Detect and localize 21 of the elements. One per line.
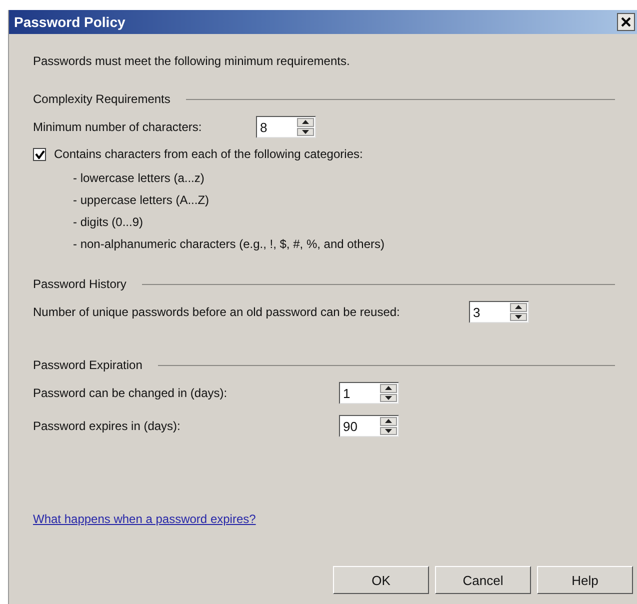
- window-title: Password Policy: [14, 14, 126, 30]
- section-heading: Password Expiration: [33, 358, 142, 372]
- field-label: Password can be changed in (days):: [33, 386, 228, 400]
- section-heading: Password History: [33, 277, 126, 291]
- category-item: - lowercase letters (a...z): [73, 171, 206, 185]
- checkbox-label: Contains characters from each of the following categories:: [54, 147, 363, 161]
- section-heading: Complexity Requirements: [33, 92, 170, 106]
- category-item: - non-alphanumeric characters (e.g., !, $, #, %, and others): [73, 237, 386, 251]
- dialog-button[interactable]: OK: [333, 566, 429, 594]
- checkbox[interactable]: [33, 148, 46, 160]
- close-button[interactable]: [617, 13, 635, 31]
- intro-text: Passwords must meet the following minimum requirements.: [33, 54, 351, 68]
- dialog-button[interactable]: Cancel: [435, 566, 531, 594]
- close-icon: [621, 17, 631, 27]
- help-link[interactable]: What happens when a password expires?: [33, 512, 256, 526]
- field-label: Minimum number of characters:: [33, 120, 203, 134]
- field-label: Number of unique passwords before an old password can be reused:: [33, 305, 401, 319]
- category-item: - digits (0...9): [73, 215, 144, 229]
- field-label: Password expires in (days):: [33, 419, 182, 433]
- dialog-button[interactable]: Help: [537, 566, 633, 594]
- category-item: - uppercase letters (A...Z): [73, 193, 210, 207]
